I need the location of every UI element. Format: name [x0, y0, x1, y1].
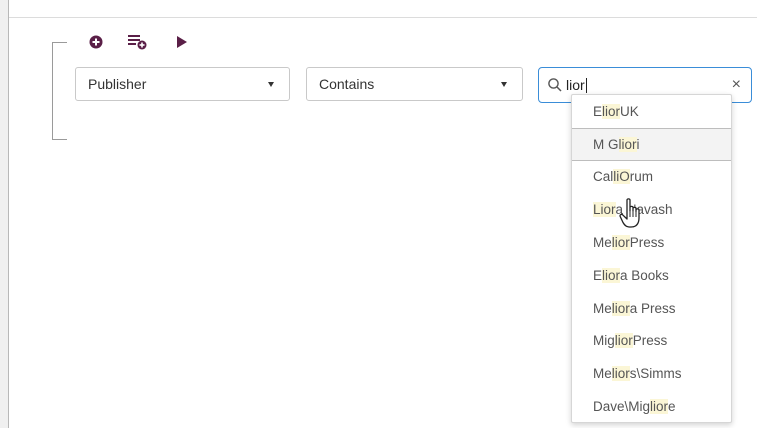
suggestion-text-post: i [636, 136, 640, 152]
suggestion-option[interactable]: Elior a Books [572, 259, 731, 292]
field-select-arrow-icon [268, 82, 274, 87]
suggestions-dropdown: Elior UK M Glior i Cal liO rum Lior a Navash Me l… [571, 94, 732, 423]
suggestion-text-match: lior [618, 136, 637, 152]
left-frame-edge [0, 0, 9, 428]
suggestion-text-post: a Press [629, 300, 676, 316]
suggestion-option[interactable]: Lior a Navash [572, 193, 731, 226]
play-icon [176, 35, 188, 49]
suggestion-option[interactable]: Cal liO rum [572, 161, 731, 194]
suggestion-text-pre: Cal [593, 169, 614, 185]
suggestion-text-post: rum [629, 169, 654, 185]
suggestion-text-pre: E [593, 267, 603, 283]
suggestion-text-post: a Books [620, 267, 669, 283]
suggestion-text-post: Press [629, 235, 665, 251]
suggestion-text-post: Press [632, 333, 668, 349]
suggestion-text-pre: M G [593, 136, 619, 152]
suggestion-text-pre: Me [593, 300, 612, 316]
playlist-add-icon [128, 34, 148, 50]
search-icon [547, 77, 563, 93]
suggestion-text-match: lior [611, 235, 630, 251]
suggestion-text-match: lior [611, 300, 630, 316]
suggestion-text-match: lior [611, 366, 630, 382]
suggestion-text-pre: E [593, 103, 603, 119]
suggestion-option[interactable]: Me lior s\Simms [572, 357, 731, 390]
suggestion-text-post: UK [620, 103, 639, 119]
suggestion-option[interactable]: Me lior Press [572, 226, 731, 259]
suggestion-option[interactable]: M Glior i [572, 127, 731, 161]
suggestion-text-pre: Me [593, 235, 612, 251]
add-group-button[interactable] [128, 33, 148, 51]
suggestion-option[interactable]: Me lior a Press [572, 292, 731, 325]
suggestion-text-match: lior [650, 399, 669, 415]
field-select[interactable]: Publisher [75, 67, 290, 101]
suggestion-text-pre: Dave\Mig [593, 399, 651, 415]
suggestion-option[interactable]: Mig lior Press [572, 325, 731, 358]
group-bracket [52, 42, 67, 140]
suggestion-text-match: lior [602, 103, 621, 119]
operator-select[interactable]: Contains [306, 67, 523, 101]
suggestion-text-post: a Navash [615, 202, 673, 218]
suggestion-text-match: liO [613, 169, 630, 185]
add-condition-button[interactable] [86, 33, 106, 51]
run-button[interactable] [172, 33, 192, 51]
plus-circle-icon [89, 35, 103, 49]
text-caret [585, 77, 587, 93]
suggestion-text-pre: Me [593, 366, 612, 382]
clear-icon[interactable]: × [732, 76, 741, 94]
field-select-value: Publisher [88, 76, 147, 92]
operator-select-value: Contains [319, 76, 375, 92]
suggestion-text-post: s\Simms [629, 366, 682, 382]
top-divider [9, 17, 757, 18]
suggestion-option[interactable]: Dave\Mig lior e [572, 390, 731, 423]
suggestion-text-match: Lior [593, 202, 616, 218]
search-input-value: lior [566, 77, 585, 93]
suggestion-option[interactable]: Elior UK [572, 95, 731, 128]
suggestion-text-match: lior [602, 267, 621, 283]
suggestion-text-match: lior [614, 333, 633, 349]
operator-select-arrow-icon [501, 82, 507, 87]
suggestion-text-pre: Mig [593, 333, 615, 349]
suggestion-text-post: e [668, 399, 676, 415]
